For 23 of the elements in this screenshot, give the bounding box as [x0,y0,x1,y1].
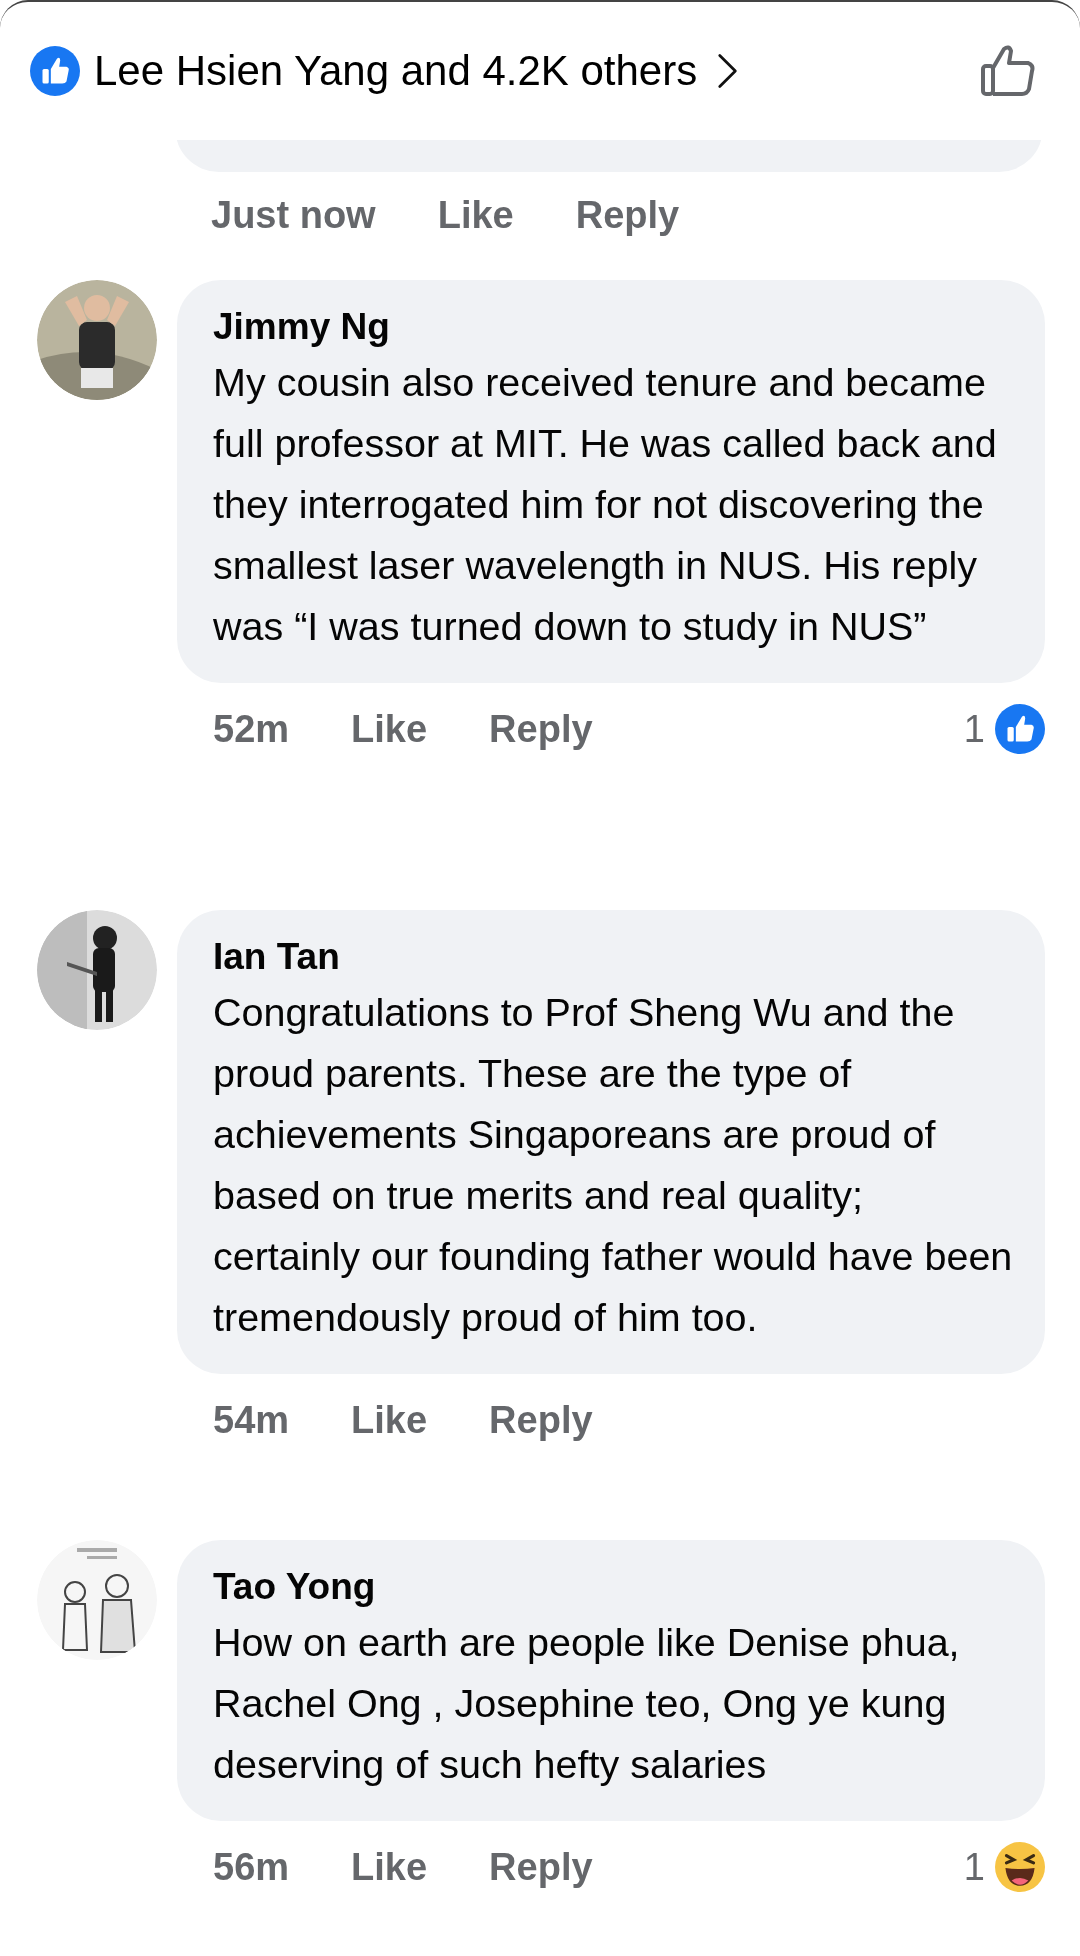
comment-author[interactable]: Tao Yong [213,1562,1015,1612]
like-link[interactable]: Like [351,1848,428,1886]
like-link[interactable]: Like [351,710,428,748]
comment-text: Congratulations to Prof Sheng Wu and the proud parents. These are the type of achievements Singaporeans are proud of based on true merits and real quality; certainly our founding father would have been tremendously proud of him too. [213,989,1014,1341]
reply-link[interactable]: Reply [489,710,593,748]
reply-link[interactable]: Reply [489,1848,593,1886]
reply-link[interactable]: Reply [489,1401,593,1439]
reply-link[interactable]: Reply [575,196,680,234]
like-link[interactable]: Like [351,1401,428,1439]
comment-time: 52m [213,710,290,748]
comment-time: 56m [213,1848,290,1886]
comment-text: My cousin also received tenure and became full professor at MIT. He was called back and they interrogated him for not discovering the smallest laser wavelength in NUS. His reply was “I was turned down to study in NUS” [213,359,998,650]
comment-time: Just now [211,196,376,234]
reactions-link[interactable]: Lee Hsien Yang and 4.2K others [94,50,740,92]
like-link[interactable]: Like [437,196,514,234]
chevron-right-icon [717,52,740,90]
comment-author[interactable]: Jimmy Ng [213,302,1015,352]
comment-text: How on earth are people like Denise phua, Rachel Ong , Josephine teo, Ong ye kung deserving of such hefty salaries [213,1619,961,1788]
reaction-count: 1 [963,1848,985,1886]
comment-time: 54m [213,1401,290,1439]
reaction-count: 1 [963,710,985,748]
comment-author[interactable]: Ian Tan [213,932,1015,982]
like-reaction-icon [30,46,80,96]
